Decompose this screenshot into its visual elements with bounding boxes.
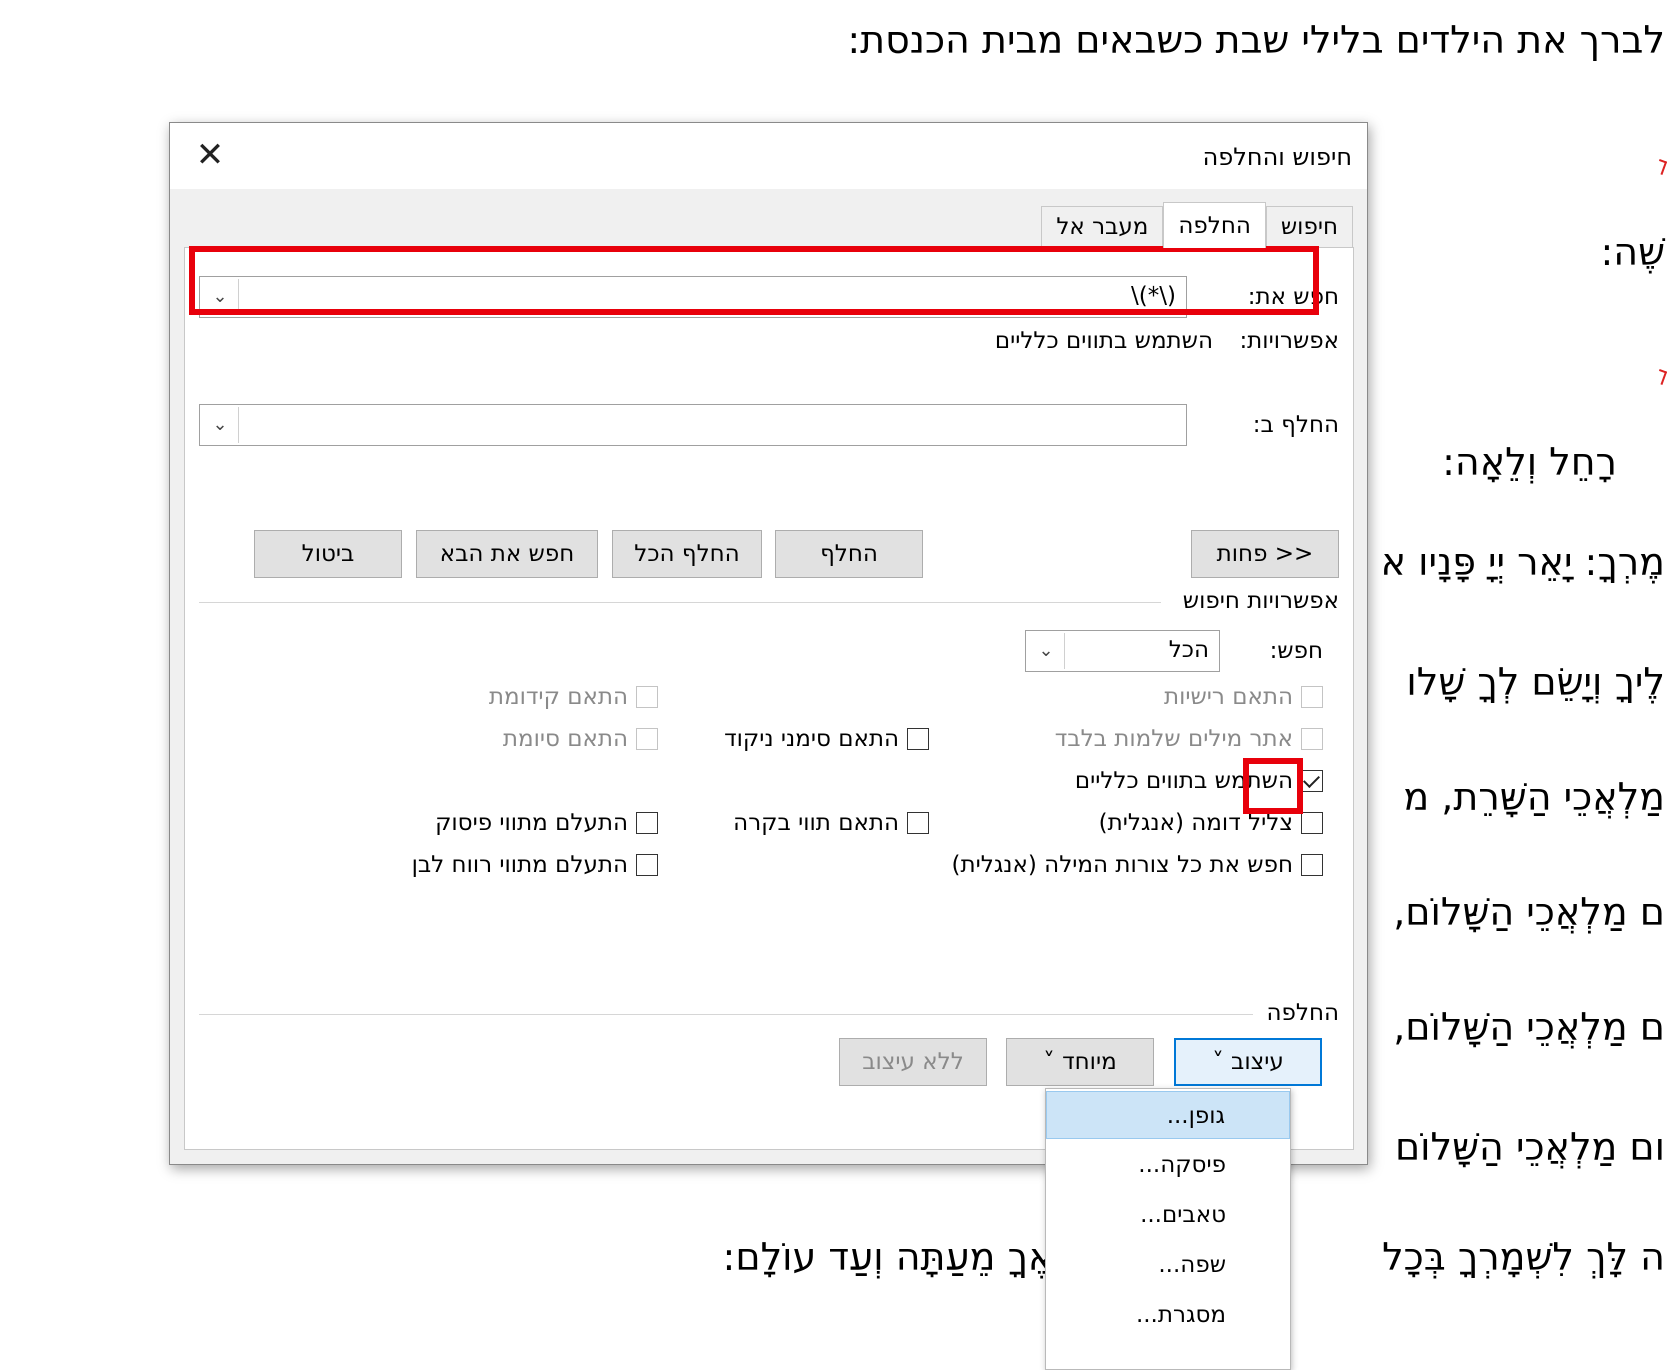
kashida-checkbox[interactable] bbox=[907, 812, 929, 834]
doc-line-2: ְשֶׁה: bbox=[1600, 230, 1665, 274]
kashida-label: התאם תווי בקרה bbox=[733, 810, 899, 836]
ignore-space-label: התעלם מתווי רווח לבן bbox=[411, 852, 628, 878]
options-label: אפשרויות: bbox=[1239, 328, 1339, 354]
whole-words-checkbox[interactable] bbox=[1301, 728, 1323, 750]
menu-item-font[interactable]: גופן... bbox=[1046, 1091, 1290, 1139]
doc-line-1: לברך את הילדים בלילי שבת כשבאים מבית הכנ… bbox=[847, 18, 1665, 62]
tab-strip: חיפוש החלפה מעבר אל bbox=[1041, 202, 1353, 248]
doc-line-6: מַלְאֲכֵי הַשָּׁרֵת, מ bbox=[1403, 775, 1665, 819]
tab-find[interactable]: חיפוש bbox=[1265, 206, 1353, 247]
kashida-option[interactable]: התאם תווי בקרה bbox=[733, 810, 929, 836]
diacritics-checkbox[interactable] bbox=[907, 728, 929, 750]
special-button[interactable]: מיוחד ˅ bbox=[1006, 1038, 1154, 1086]
prefix-option[interactable]: התאם קידומת bbox=[489, 684, 658, 710]
suffix-option[interactable]: התאם סיומת bbox=[503, 726, 658, 752]
prefix-label: התאם קידומת bbox=[488, 684, 628, 710]
doc-line-9: ום מַלְאֲכֵי הַשָּׁלוֹם bbox=[1394, 1125, 1665, 1169]
close-icon[interactable]: ✕ bbox=[188, 133, 232, 177]
ignore-punct-checkbox[interactable] bbox=[636, 812, 658, 834]
wildcards-highlight bbox=[1243, 758, 1303, 814]
doc-line-8: ם מַלְאֲכֵי הַשָּׁלוֹם, bbox=[1393, 1005, 1665, 1049]
prefix-checkbox[interactable] bbox=[636, 686, 658, 708]
replace-with-label: החלף ב: bbox=[1252, 412, 1339, 438]
ignore-punct-option[interactable]: התעלם מתווי פיסוק bbox=[435, 810, 658, 836]
word-forms-label: חפש את כל צורות המילה (אנגלית) bbox=[951, 852, 1293, 878]
whole-words-option[interactable]: אתר מילים שלמות בלבד bbox=[1055, 726, 1323, 752]
ignore-space-checkbox[interactable] bbox=[636, 854, 658, 876]
replace-all-button[interactable]: החלף הכל bbox=[612, 530, 762, 578]
match-case-option[interactable]: התאם רישיות bbox=[1164, 684, 1323, 710]
replace-section-divider bbox=[199, 1014, 1253, 1015]
ignore-punct-label: התעלם מתווי פיסוק bbox=[435, 810, 628, 836]
options-value: השתמש בתווים כלליים bbox=[994, 328, 1213, 354]
search-options-header: אפשרויות חיפוש bbox=[1182, 588, 1339, 614]
spell-mark bbox=[1654, 159, 1667, 175]
menu-item-paragraph-label: פיסקה... bbox=[1138, 1152, 1226, 1178]
replace-tab-panel: חפש את: \(*\) ⌄ אפשרויות: השתמש בתווים כ… bbox=[184, 247, 1354, 1150]
word-forms-option[interactable]: חפש את כל צורות המילה (אנגלית) bbox=[952, 852, 1323, 878]
ignore-space-option[interactable]: התעלם מתווי רווח לבן bbox=[412, 852, 658, 878]
menu-item-paragraph[interactable]: פיסקה... bbox=[1046, 1141, 1290, 1189]
doc-line-5: ֵלֶיךָ וְיָשֵׂם לְךָ שָׁלו bbox=[1406, 660, 1665, 704]
menu-item-font-label: גופן... bbox=[1166, 1103, 1225, 1129]
menu-item-language-label: שפה... bbox=[1158, 1252, 1226, 1278]
tab-goto[interactable]: מעבר אל bbox=[1041, 206, 1164, 247]
sounds-like-checkbox[interactable] bbox=[1301, 812, 1323, 834]
menu-item-frame[interactable]: מסגרת... bbox=[1046, 1291, 1290, 1339]
title-bar: חיפוש והחלפה ✕ bbox=[170, 123, 1367, 189]
spell-mark bbox=[1654, 369, 1667, 385]
doc-line-4: ְמֶרְךָ: יָאֵר יְיָ פָּנָיו א bbox=[1380, 540, 1665, 584]
diacritics-option[interactable]: התאם סימני ניקוד bbox=[724, 726, 929, 752]
whole-words-label: אתר מילים שלמות בלבד bbox=[1054, 726, 1293, 752]
cancel-button[interactable]: ביטול bbox=[254, 530, 402, 578]
menu-item-tabs-label: טאבים... bbox=[1140, 1202, 1226, 1228]
search-direction-select[interactable]: הכל ⌄ bbox=[1025, 630, 1220, 672]
chevron-down-icon[interactable]: ⌄ bbox=[202, 407, 239, 443]
suffix-label: התאם סיומת bbox=[502, 726, 628, 752]
word-forms-checkbox[interactable] bbox=[1301, 854, 1323, 876]
search-direction-label: חפש: bbox=[1269, 638, 1323, 664]
chevron-down-icon[interactable]: ⌄ bbox=[1028, 633, 1065, 669]
tab-replace[interactable]: החלפה bbox=[1163, 202, 1266, 248]
doc-line-7: ם מַלְאֲכֵי הַשָּׁלוֹם, bbox=[1393, 890, 1665, 934]
dialog-title: חיפוש והחלפה bbox=[1202, 143, 1352, 171]
suffix-checkbox[interactable] bbox=[636, 728, 658, 750]
match-case-label: התאם רישיות bbox=[1163, 684, 1293, 710]
format-button[interactable]: עיצוב ˅ bbox=[1174, 1038, 1322, 1086]
find-next-button[interactable]: חפש את הבא bbox=[416, 530, 598, 578]
replace-button[interactable]: החלף bbox=[775, 530, 923, 578]
less-button[interactable]: << פחות bbox=[1191, 530, 1339, 578]
search-direction-value: הכל bbox=[1168, 637, 1209, 663]
replace-section-header: החלפה bbox=[1266, 1000, 1339, 1026]
menu-item-frame-label: מסגרת... bbox=[1135, 1302, 1226, 1328]
no-formatting-button: ללא עיצוב bbox=[839, 1038, 987, 1086]
wildcards-checkbox[interactable] bbox=[1301, 770, 1323, 792]
search-options-divider bbox=[199, 602, 1161, 603]
doc-line-3: רָחֵל וְלֵאָה: bbox=[1442, 440, 1617, 484]
diacritics-label: התאם סימני ניקוד bbox=[724, 726, 899, 752]
menu-item-tabs[interactable]: טאבים... bbox=[1046, 1191, 1290, 1239]
doc-line-10: ֶה לָּךְ לִשְׁמָרְךָ בְּכָל bbox=[1382, 1235, 1665, 1279]
menu-item-language[interactable]: שפה... bbox=[1046, 1241, 1290, 1289]
find-field-highlight bbox=[189, 246, 1319, 315]
replace-with-input[interactable]: ⌄ bbox=[199, 404, 1187, 446]
match-case-checkbox[interactable] bbox=[1301, 686, 1323, 708]
format-dropdown-menu: גופן... פיסקה... טאבים... שפה... מסגרת..… bbox=[1045, 1088, 1291, 1370]
